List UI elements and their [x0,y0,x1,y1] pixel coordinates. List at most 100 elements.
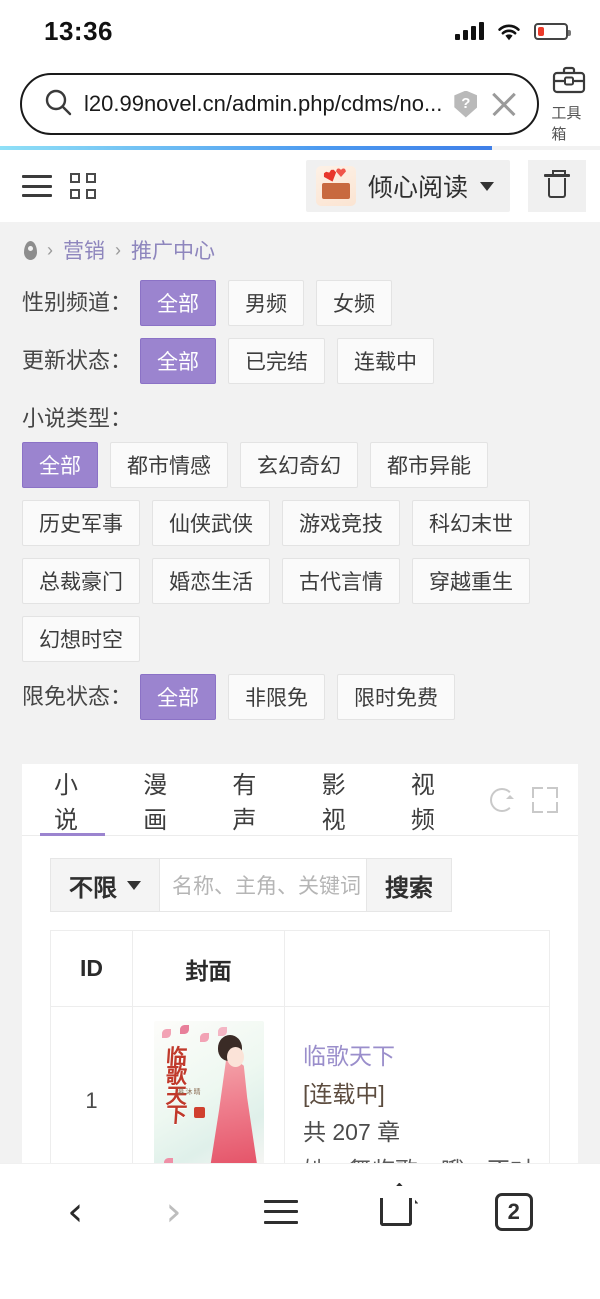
apps-grid-button[interactable] [70,173,96,199]
toolbox-icon [552,64,586,99]
battery-low-icon [534,22,571,40]
chip-type-ceo-rich[interactable]: 总裁豪门 [22,558,140,604]
book-title-link[interactable]: 临歌天下 [303,1037,395,1071]
chip-type-ancient-romance[interactable]: 古代言情 [282,558,400,604]
book-description: 她，舞临歌，哦，不对，或许 [303,1151,549,1163]
chip-type-urban-powers[interactable]: 都市异能 [370,442,488,488]
chip-status-ongoing[interactable]: 连载中 [337,338,434,384]
book-cover-image: 临歌天下 慕沐晴 [153,1021,264,1163]
filter-label-gender-channel: 性别频道： [22,290,133,315]
app-toolbar: 倾心阅读 [0,150,600,222]
toolbox-label: 工具箱 [551,105,582,143]
filter-row-gender-channel: 性别频道： 全部 男频 女频 [22,280,578,326]
trash-icon [544,170,570,198]
chip-type-fantasy-timespace[interactable]: 幻想时空 [22,616,140,662]
grid-apps-icon [70,173,96,199]
chip-type-time-travel-rebirth[interactable]: 穿越重生 [412,558,530,604]
shield-question-mark: ? [461,94,471,112]
home-icon[interactable] [380,1197,413,1226]
hamburger-menu-icon [22,175,52,197]
chip-type-fantasy[interactable]: 玄幻奇幻 [240,442,358,488]
url-bar[interactable]: l20.99novel.cn/admin.php/cdms/no... ? [20,73,540,135]
chip-free-not-limited[interactable]: 非限免 [228,674,325,720]
search-row: 不限 名称、主角、关键词 搜索 [22,836,578,930]
toolbox-button[interactable]: 工具箱 [551,64,586,144]
search-input[interactable]: 名称、主角、关键词 [159,858,367,912]
filter-row-free-status: 限免状态： 全部 非限免 限时免费 [22,674,578,720]
chevron-left-icon[interactable]: ‹ [67,1192,83,1232]
table-row[interactable]: 1 临歌天下 慕沐晴 临歌天下 [连载中] 共 207 章 她，舞临歌，哦，不对… [51,1007,549,1163]
content-card: 小说 漫画 有声 影视 视频 不限 名称、主角、关键词 搜索 ID 封面 1 临… [22,764,578,1163]
tab-novel[interactable]: 小说 [39,764,106,836]
url-text: l20.99novel.cn/admin.php/cdms/no... [84,91,443,116]
book-status: [连载中] [303,1081,385,1107]
chip-type-xianxia-wuxia[interactable]: 仙侠武侠 [152,500,270,546]
chevron-down-icon [127,880,141,890]
table-header-row: ID 封面 [51,931,549,1007]
tab-film[interactable]: 影视 [312,764,369,835]
tab-tools [490,786,578,813]
status-icons [455,22,571,41]
breadcrumb-item-marketing[interactable]: 营销 [63,235,105,265]
book-chapter-count: 共 207 章 [303,1119,401,1145]
browser-bottom-nav: ‹ › 2 [0,1163,600,1259]
browser-toolbar: l20.99novel.cn/admin.php/cdms/no... ? 工具… [0,62,600,146]
chip-gender-female[interactable]: 女频 [316,280,392,326]
security-shield-icon[interactable]: ? [454,90,478,118]
hamburger-menu-icon[interactable] [263,1199,298,1224]
chip-gender-male[interactable]: 男频 [228,280,304,326]
sidebar-toggle-button[interactable] [22,175,52,197]
cell-cover: 临歌天下 慕沐晴 [133,1007,285,1163]
breadcrumb-item-promotion-center[interactable]: 推广中心 [131,235,215,265]
novel-table: ID 封面 1 临歌天下 慕沐晴 临歌天下 [连载中] 共 207 章 [50,930,550,1163]
filter-panel: 性别频道： 全部 男频 女频 更新状态： 全部 已完结 连载中 小说类型： 全部… [0,278,600,750]
chip-type-history-military[interactable]: 历史军事 [22,500,140,546]
chip-type-urban-romance[interactable]: 都市情感 [110,442,228,488]
chip-free-limited-time[interactable]: 限时免费 [337,674,455,720]
filter-chips-novel-type: 全部 都市情感 玄幻奇幻 都市异能 历史军事 仙侠武侠 游戏竞技 科幻末世 总裁… [22,442,578,662]
app-logo-icon [315,166,356,206]
chip-type-game-esports[interactable]: 游戏竞技 [282,500,400,546]
filter-label-free-status: 限免状态： [22,684,133,709]
status-bar: 13:36 [0,0,600,62]
refresh-icon[interactable] [490,787,515,812]
chip-status-all[interactable]: 全部 [140,338,216,384]
account-dropdown[interactable]: 倾心阅读 [305,160,510,212]
breadcrumb-separator-2: › [115,239,121,260]
delete-button[interactable] [528,160,586,212]
wifi-icon [496,22,522,41]
chip-free-all[interactable]: 全部 [140,674,216,720]
chevron-right-icon[interactable]: › [166,1192,182,1232]
chip-status-completed[interactable]: 已完结 [228,338,325,384]
search-scope-select[interactable]: 不限 [50,858,159,912]
mobile-browser-screen: 13:36 l20.99novel.cn/admin.php/cdms/no..… [0,0,600,1299]
chevron-down-icon [480,181,494,191]
account-name: 倾心阅读 [367,174,468,202]
filter-chips-update-status: 全部 已完结 连载中 [140,338,434,384]
filter-row-update-status: 更新状态： 全部 已完结 连载中 [22,338,578,384]
filter-chips-free-status: 全部 非限免 限时免费 [140,674,455,720]
chip-gender-all[interactable]: 全部 [140,280,216,326]
tab-audio[interactable]: 有声 [222,764,279,835]
chip-type-all[interactable]: 全部 [22,442,98,488]
chip-type-marriage-life[interactable]: 婚恋生活 [152,558,270,604]
table-header-cover: 封面 [133,931,285,1007]
tab-count-button[interactable]: 2 [494,1192,533,1231]
search-scope-label: 不限 [69,874,117,902]
location-pin-icon [24,240,37,260]
cell-book-info: 临歌天下 [连载中] 共 207 章 她，舞临歌，哦，不对，或许 [285,1007,549,1163]
clear-url-icon[interactable] [489,89,519,119]
tab-video[interactable]: 视频 [401,764,458,835]
cell-id: 1 [51,1007,133,1163]
tab-comic[interactable]: 漫画 [133,764,190,835]
table-header-info [285,931,549,1007]
filter-label-novel-type: 小说类型： [22,406,133,431]
filter-row-novel-type: 小说类型： 全部 都市情感 玄幻奇幻 都市异能 历史军事 仙侠武侠 游戏竞技 科… [22,396,578,662]
search-button[interactable]: 搜索 [367,858,452,912]
chip-type-scifi-apocalypse[interactable]: 科幻末世 [412,500,530,546]
content-tabs: 小说 漫画 有声 影视 视频 [22,764,578,836]
status-time: 13:36 [44,15,113,46]
fullscreen-icon[interactable] [532,786,559,813]
breadcrumb: › 营销 › 推广中心 [0,222,600,278]
filter-chips-gender-channel: 全部 男频 女频 [140,280,392,326]
